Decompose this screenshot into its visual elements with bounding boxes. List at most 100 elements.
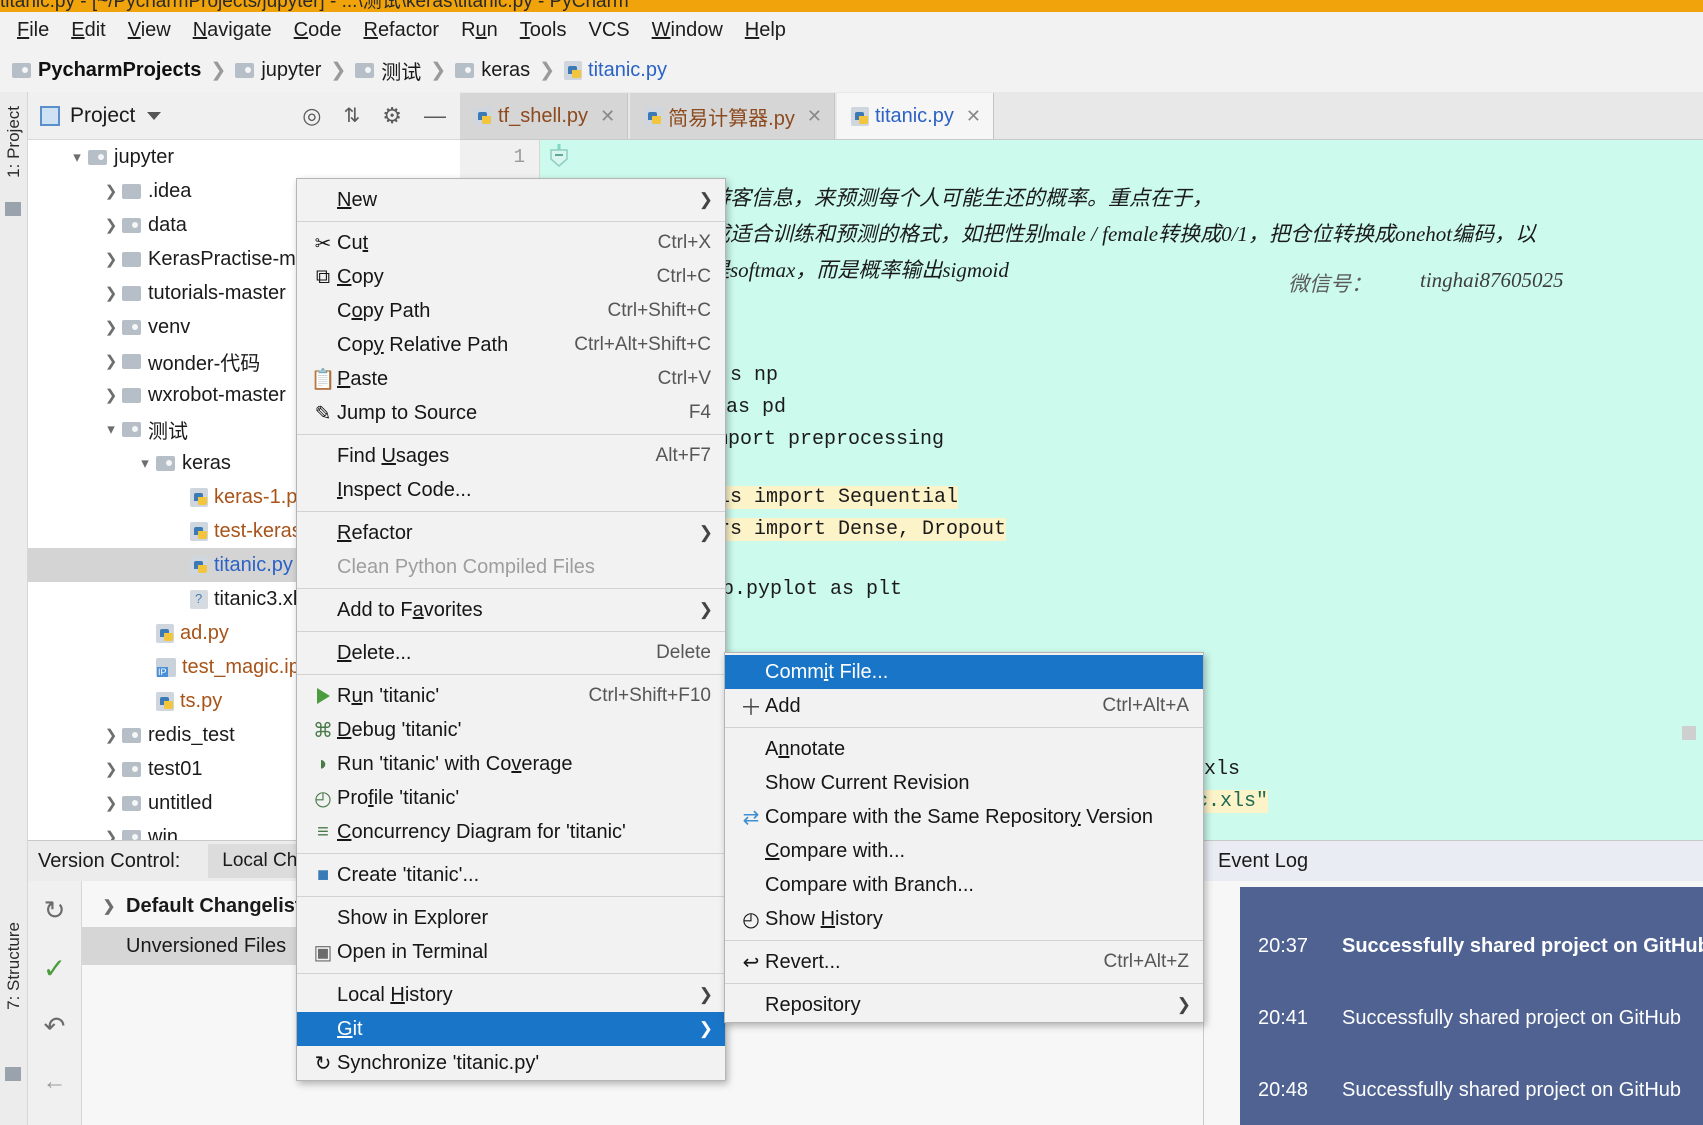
- menu-item-local-history[interactable]: Local History ❯: [297, 978, 725, 1012]
- menu-item-jump-to-source[interactable]: ✎ Jump to Source F4: [297, 396, 725, 430]
- chevron-right-icon[interactable]: ❯: [92, 897, 126, 915]
- menu-item-compare-with[interactable]: Compare with...: [725, 834, 1203, 868]
- editor-tab-2[interactable]: 简易计算器.py ✕: [630, 93, 835, 139]
- chevron-right-icon[interactable]: ❯: [100, 828, 122, 840]
- menu-item-create-titanic[interactable]: ■ Create 'titanic'...: [297, 858, 725, 892]
- menu-item-new[interactable]: New ❯: [297, 183, 725, 217]
- menu-view[interactable]: View: [117, 17, 182, 44]
- menu-item-refactor[interactable]: Refactor ❯: [297, 516, 725, 550]
- chevron-right-icon[interactable]: ❯: [100, 760, 122, 778]
- refresh-icon[interactable]: ↻: [44, 895, 66, 926]
- sidebar-item-project[interactable]: 1: Project: [4, 106, 24, 178]
- menu-item-git[interactable]: Git ❯: [297, 1012, 725, 1046]
- event-log-row[interactable]: 20:37 Successfully shared project on GitH…: [1240, 923, 1703, 969]
- file-context-menu[interactable]: New ❯ ✂ Cut Ctrl+X ⧉ Copy Ctrl+C Copy Path Ctrl+S…: [296, 178, 726, 1081]
- event-log-row[interactable]: 20:41 Successfully shared project on GitH…: [1240, 995, 1703, 1041]
- menu-item-debug-titanic[interactable]: ⌘ Debug 'titanic': [297, 713, 725, 747]
- menu-item-inspect-code[interactable]: Inspect Code...: [297, 473, 725, 507]
- menu-vcs[interactable]: VCS: [578, 17, 641, 44]
- breadcrumb-item-4[interactable]: keras: [455, 59, 530, 82]
- editor-tab-3[interactable]: titanic.py ✕: [836, 93, 994, 139]
- menu-item-cut[interactable]: ✂ Cut Ctrl+X: [297, 226, 725, 260]
- breadcrumb-item-2[interactable]: jupyter: [235, 59, 321, 82]
- close-icon[interactable]: ✕: [600, 106, 615, 127]
- menu-item-add-to-favorites[interactable]: Add to Favorites ❯: [297, 593, 725, 627]
- menu-item-open-in-terminal[interactable]: ▣ Open in Terminal: [297, 935, 725, 969]
- menu-item-compare-with-branch[interactable]: Compare with Branch...: [725, 868, 1203, 902]
- menu-item-label: Run 'titanic' with Coverage: [337, 752, 573, 775]
- menu-item-copy-relative-path[interactable]: Copy Relative Path Ctrl+Alt+Shift+C: [297, 328, 725, 362]
- menu-item-revert[interactable]: ↩ Revert... Ctrl+Alt+Z: [725, 945, 1203, 979]
- menu-item-add[interactable]: ＋ Add Ctrl+Alt+A: [725, 689, 1203, 723]
- editor-tab-1[interactable]: tf_shell.py ✕: [460, 93, 629, 139]
- menu-item-concurrency-diagram-for-titanic[interactable]: ≡ Concurrency Diagram for 'titanic': [297, 815, 725, 849]
- event-log-row[interactable]: 20:48 Successfully shared project on GitH…: [1240, 1067, 1703, 1113]
- menu-code[interactable]: Code: [283, 17, 353, 44]
- tree-row[interactable]: ▾ jupyter: [28, 140, 460, 174]
- terminal-icon: ▣: [313, 941, 333, 964]
- chevron-down-icon[interactable]: ▾: [134, 454, 156, 472]
- menu-file[interactable]: File: [6, 17, 60, 44]
- menu-item-paste[interactable]: 📋 Paste Ctrl+V: [297, 362, 725, 396]
- collapse-all-icon[interactable]: ⇅: [344, 103, 361, 128]
- menu-refactor[interactable]: Refactor: [352, 17, 450, 44]
- chevron-right-icon[interactable]: ❯: [100, 352, 122, 370]
- event-log-title: Event Log: [1204, 841, 1703, 881]
- chevron-right-icon[interactable]: ❯: [100, 318, 122, 336]
- menu-item-shortcut: Ctrl+X: [657, 232, 711, 253]
- event-log-list[interactable]: 20:37 Successfully shared project on GitH…: [1240, 887, 1703, 1125]
- menu-item-commit-file[interactable]: Commit File...: [725, 655, 1203, 689]
- menu-tools[interactable]: Tools: [509, 17, 578, 44]
- chevron-right-icon[interactable]: ❯: [100, 182, 122, 200]
- menu-edit[interactable]: Edit: [60, 17, 116, 44]
- menu-item-synchronize-titanic-py[interactable]: ↻ Synchronize 'titanic.py': [297, 1046, 725, 1080]
- chevron-down-icon[interactable]: ▾: [100, 420, 122, 438]
- editor-scroll-marker[interactable]: [1682, 726, 1696, 740]
- menu-help[interactable]: Help: [734, 17, 797, 44]
- menu-bar: File Edit View Navigate Code Refactor Ru…: [0, 12, 1703, 48]
- menu-item-profile-titanic[interactable]: ◴ Profile 'titanic': [297, 781, 725, 815]
- menu-item-repository[interactable]: Repository ❯: [725, 988, 1203, 1022]
- chevron-right-icon[interactable]: ❯: [100, 386, 122, 404]
- back-arrow-icon[interactable]: ←: [43, 1068, 67, 1096]
- chevron-down-icon[interactable]: ▾: [66, 148, 88, 166]
- close-icon[interactable]: ✕: [807, 106, 822, 127]
- menu-window[interactable]: Window: [641, 17, 734, 44]
- menu-item-label: Debug 'titanic': [337, 718, 462, 741]
- menu-separator: [297, 221, 725, 222]
- chevron-right-icon[interactable]: ❯: [100, 726, 122, 744]
- menu-navigate[interactable]: Navigate: [182, 17, 283, 44]
- chevron-down-icon[interactable]: [147, 111, 162, 120]
- breadcrumb-item-5[interactable]: titanic.py: [564, 59, 667, 82]
- tree-row-label: keras-1.py: [214, 485, 308, 508]
- chevron-right-icon[interactable]: ❯: [100, 250, 122, 268]
- menu-item-compare-with-the-same-repository-version[interactable]: ⇄ Compare with the Same Repository Versio…: [725, 800, 1203, 834]
- commit-check-icon[interactable]: ✓: [43, 952, 66, 985]
- breadcrumb-item-3[interactable]: 测试: [355, 56, 421, 85]
- chevron-right-icon[interactable]: ❯: [100, 794, 122, 812]
- menu-item-show-in-explorer[interactable]: Show in Explorer: [297, 901, 725, 935]
- menu-item-copy-path[interactable]: Copy Path Ctrl+Shift+C: [297, 294, 725, 328]
- target-icon[interactable]: ◎: [302, 103, 321, 129]
- menu-item-find-usages[interactable]: Find Usages Alt+F7: [297, 439, 725, 473]
- menu-item-show-current-revision[interactable]: Show Current Revision: [725, 766, 1203, 800]
- menu-separator: [297, 631, 725, 632]
- gear-icon[interactable]: ⚙: [382, 103, 402, 129]
- breadcrumb-item-1[interactable]: PycharmProjects: [12, 59, 201, 82]
- git-submenu[interactable]: Commit File... ＋ Add Ctrl+Alt+A Annotate Show…: [724, 652, 1204, 1023]
- sidebar-item-structure[interactable]: 7: Structure: [4, 922, 24, 1010]
- menu-item-run-titanic[interactable]: Run 'titanic' Ctrl+Shift+F10: [297, 679, 725, 713]
- minimize-icon[interactable]: —: [424, 103, 446, 129]
- code-fold-icon[interactable]: [548, 144, 570, 170]
- close-icon[interactable]: ✕: [966, 106, 981, 127]
- menu-item-copy[interactable]: ⧉ Copy Ctrl+C: [297, 260, 725, 294]
- tree-row-label: win: [148, 825, 179, 841]
- chevron-right-icon[interactable]: ❯: [100, 284, 122, 302]
- menu-item-run-titanic-with-coverage[interactable]: ◗ Run 'titanic' with Coverage: [297, 747, 725, 781]
- menu-item-annotate[interactable]: Annotate: [725, 732, 1203, 766]
- revert-arrow-icon[interactable]: ↶: [44, 1011, 66, 1042]
- menu-item-delete[interactable]: Delete... Delete: [297, 636, 725, 670]
- menu-run[interactable]: Run: [450, 17, 509, 44]
- chevron-right-icon[interactable]: ❯: [100, 216, 122, 234]
- menu-item-show-history[interactable]: ◴ Show History: [725, 902, 1203, 936]
